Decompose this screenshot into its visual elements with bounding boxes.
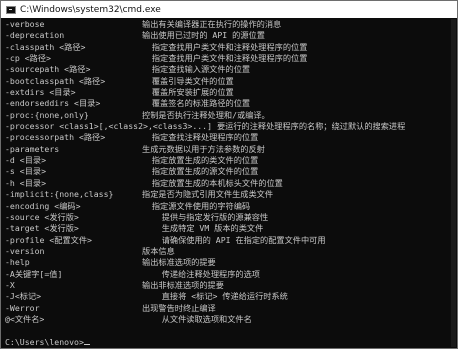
option-name: -parameters <box>5 143 60 154</box>
option-description: 指定放置生成的源文件的位置 <box>142 166 259 177</box>
option-description: 指定是否为隐式引用文件生成类文件 <box>142 189 274 200</box>
option-description: 指定放置生成的本机标头文件的位置 <box>142 177 283 188</box>
option-description: 提供与指定发行版的源兼容性 <box>142 211 269 222</box>
option-description: 输出有关编译器正在执行的操作的消息 <box>142 19 282 29</box>
option-name: -sourcepath <路径> <box>5 64 91 75</box>
option-description: 覆盖引导类文件的位置 <box>142 75 234 86</box>
option-description: 指定放置生成的类文件的位置 <box>142 155 259 166</box>
option-name: -proc:{none,only} <box>5 109 89 120</box>
console-line: -encoding <编码> 指定源文件使用的字符编码 <box>5 201 451 212</box>
option-name: -profile <配置文件> <box>5 234 92 245</box>
option-description: 指定查找用户类文件和注释处理程序的位置 <box>142 41 308 52</box>
console-line: -version 版本信息 <box>5 246 451 257</box>
option-description: 出现警告时终止编译 <box>142 302 216 313</box>
option-description: 生成特定 VM 版本的类文件 <box>142 223 264 234</box>
option-name: -endorseddirs <目录> <box>5 98 101 109</box>
option-description: 输出使用已过时的 API 的源位置 <box>142 30 265 41</box>
console-line: -s <目录> 指定放置生成的源文件的位置 <box>5 166 451 177</box>
console-line: -extdirs <目录> 覆盖所安装扩展的位置 <box>5 87 451 98</box>
console-line: -processor <class1>[,<class2>,<class3>..… <box>5 121 451 132</box>
console-line: -J<标记> 直接将 <标记> 传递给运行时系统 <box>5 291 451 302</box>
console-line: -X 输出非标准选项的提要 <box>5 280 451 291</box>
console-line: -d <目录> 指定放置生成的类文件的位置 <box>5 155 451 166</box>
option-name: -A关键字[=值] <box>5 268 63 279</box>
option-name: -J<标记> <box>5 291 42 302</box>
console-line: -source <发行版> 提供与指定发行版的源兼容性 <box>5 212 451 223</box>
option-name: -verbose <box>5 19 45 29</box>
console-line: -proc:{none,only} 控制是否执行注释处理和/或编译。 <box>5 110 451 121</box>
option-name: -implicit:{none,class} <box>5 189 114 200</box>
console-line: -sourcepath <路径> 指定查找输入源文件的位置 <box>5 64 451 75</box>
option-description: 控制是否执行注释处理和/或编译。 <box>142 109 270 120</box>
option-name: @<文件名> <box>5 313 45 324</box>
option-name: -cp <路径> <box>5 53 51 64</box>
console-line: -endorseddirs <目录> 覆盖签名的标准路径的位置 <box>5 98 451 109</box>
text-cursor <box>83 344 90 345</box>
console-output[interactable]: -verbose 输出有关编译器正在执行的操作的消息 -deprecation 输出使… <box>5 19 451 348</box>
option-name: -extdirs <目录> <box>5 87 76 98</box>
console-line: -deprecation 输出使用已过时的 API 的源位置 <box>5 30 451 41</box>
command-prompt[interactable]: C:\Users\lenovo> <box>5 337 90 348</box>
option-name: -deprecation <box>5 30 65 41</box>
option-description: 指定查找用户类文件和注释处理程序的位置 <box>142 53 308 64</box>
option-name: -Werror <box>5 302 40 313</box>
option-description: 传递给注释处理程序的选项 <box>142 268 260 279</box>
option-name: -classpath <路径> <box>5 41 86 52</box>
option-description: 从文件读取选项和文件名 <box>142 313 252 324</box>
console-line: -profile <配置文件> 请确保使用的 API 在指定的配置文件中可用 <box>5 235 451 246</box>
console-line: @<文件名> 从文件读取选项和文件名 <box>5 314 451 325</box>
console-line: -bootclasspath <路径> 覆盖引导类文件的位置 <box>5 76 451 87</box>
console-line: -target <发行版> 生成特定 VM 版本的类文件 <box>5 223 451 234</box>
option-description: 直接将 <标记> 传递给运行时系统 <box>142 291 288 302</box>
title-bar[interactable]: C:\Windows\system32\cmd.exe <box>1 1 457 18</box>
option-name: -processorpath <路径> <box>5 132 106 143</box>
console-line: -processorpath <路径> 指定查找注释处理程序的位置 <box>5 132 451 143</box>
console-line: -parameters 生成元数据以用于方法参数的反射 <box>5 144 451 155</box>
console-line: -classpath <路径> 指定查找用户类文件和注释处理程序的位置 <box>5 42 451 53</box>
option-name: -version <box>5 245 45 256</box>
console-line: -implicit:{none,class} 指定是否为隐式引用文件生成类文件 <box>5 189 451 200</box>
option-name: -d <目录> <box>5 155 47 166</box>
option-name: -X <box>5 279 15 290</box>
cmd-window: C:\Windows\system32\cmd.exe -verbose 输出有关… <box>0 0 458 349</box>
console-line: -h <目录> 指定放置生成的本机标头文件的位置 <box>5 178 451 189</box>
option-description: 覆盖签名的标准路径的位置 <box>142 98 251 109</box>
option-name: -bootclasspath <路径> <box>5 75 106 86</box>
console-app-icon <box>6 5 16 14</box>
option-description: 输出非标准选项的提要 <box>142 279 224 290</box>
console-line: -verbose 输出有关编译器正在执行的操作的消息 <box>5 19 451 30</box>
option-description: 输出标准选项的提要 <box>142 257 216 268</box>
option-description: 覆盖所安装扩展的位置 <box>142 87 234 98</box>
option-name: -source <发行版> <box>5 211 79 222</box>
prompt-text: C:\Users\lenovo> <box>5 337 84 347</box>
console-line: -Werror 出现警告时终止编译 <box>5 303 451 314</box>
option-description: 指定源文件使用的字符编码 <box>142 200 251 211</box>
option-name: -help <box>5 257 30 268</box>
console-line: -cp <路径> 指定查找用户类文件和注释处理程序的位置 <box>5 53 451 64</box>
console-line: -help 输出标准选项的提要 <box>5 257 451 268</box>
console-line: -A关键字[=值] 传递给注释处理程序的选项 <box>5 269 451 280</box>
option-description: 版本信息 <box>142 245 175 256</box>
option-name: -target <发行版> <box>5 223 79 234</box>
option-name: -h <目录> <box>5 177 47 188</box>
option-name: -processor <class1>[,<class2>,<class3>..… <box>5 121 406 132</box>
option-description: 请确保使用的 API 在指定的配置文件中可用 <box>142 234 326 245</box>
option-description: 生成元数据以用于方法参数的反射 <box>142 143 265 154</box>
option-description: 指定查找注释处理程序的位置 <box>142 132 259 143</box>
option-name: -s <目录> <box>5 166 47 177</box>
window-title: C:\Windows\system32\cmd.exe <box>20 4 161 15</box>
option-name: -encoding <编码> <box>5 200 81 211</box>
option-description: 指定查找输入源文件的位置 <box>142 64 251 75</box>
scrollbar[interactable] <box>451 19 456 347</box>
